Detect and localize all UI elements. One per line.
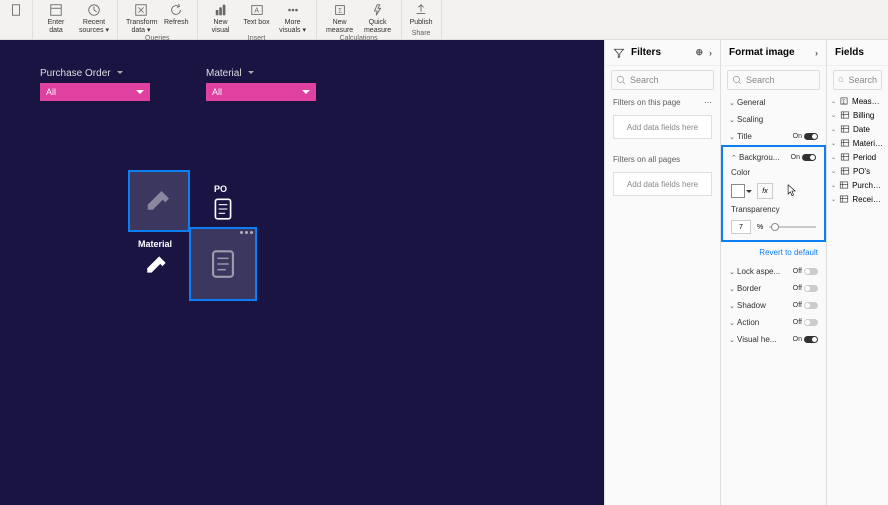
format-action[interactable]: ⌄ActionOff	[721, 314, 826, 331]
more-visuals-icon	[285, 2, 301, 18]
field-table[interactable]: ⌄Billing	[827, 108, 888, 122]
table-icon	[840, 166, 850, 176]
table-icon	[840, 138, 850, 148]
ribbon: Enter data Recent sources ▾ Transform da…	[0, 0, 888, 40]
clipboard-icon	[8, 2, 24, 18]
more-icon[interactable]: ⋯	[704, 98, 712, 107]
transparency-input[interactable]	[731, 220, 751, 234]
ribbon-text-box[interactable]: A Text box	[242, 2, 272, 27]
image-visual-material-bg[interactable]	[128, 170, 190, 232]
ribbon-new-measure[interactable]: Σ New measure	[323, 2, 357, 35]
format-search[interactable]: Search	[727, 70, 820, 90]
format-border[interactable]: ⌄BorderOff	[721, 280, 826, 297]
recent-sources-icon	[86, 2, 102, 18]
filter-drop-all[interactable]: Add data fields here	[613, 172, 712, 196]
search-icon	[616, 75, 626, 85]
expand-icon[interactable]: ⊕	[695, 47, 703, 58]
field-table[interactable]: ⌄ΣMeasures U	[827, 94, 888, 108]
format-lock-aspect[interactable]: ⌄Lock aspe...Off	[721, 263, 826, 280]
cursor-icon	[787, 184, 797, 198]
table-icon: Σ	[839, 96, 849, 106]
slicer-dropdown[interactable]: All	[206, 83, 316, 101]
fields-search[interactable]: Search	[833, 70, 882, 90]
new-measure-icon: Σ	[332, 2, 348, 18]
new-visual-icon	[213, 2, 229, 18]
ribbon-quick-measure[interactable]: Quick measure	[361, 2, 395, 35]
fields-pane: Fields Search ⌄ΣMeasures U⌄Billing⌄Date⌄…	[826, 40, 888, 505]
label-po: PO	[214, 184, 227, 194]
search-icon	[732, 75, 742, 85]
ribbon-enter-data[interactable]: Enter data	[39, 2, 73, 35]
slicer-purchase-order[interactable]: Purchase Order All	[40, 68, 150, 101]
format-general[interactable]: ⌄General	[721, 94, 826, 111]
text-box-icon: A	[249, 2, 265, 18]
ribbon-publish[interactable]: Publish	[408, 2, 435, 27]
field-table[interactable]: ⌄Period	[827, 150, 888, 164]
svg-text:A: A	[254, 8, 259, 15]
format-background[interactable]: ⌃Backgrou...On	[723, 149, 824, 166]
transform-icon	[133, 2, 149, 18]
filter-icon	[613, 47, 625, 59]
clipboard-list-icon	[210, 196, 236, 222]
label-material: Material	[138, 239, 172, 249]
search-icon	[838, 75, 844, 85]
field-table[interactable]: ⌄Materials	[827, 136, 888, 150]
table-icon	[840, 110, 850, 120]
format-visual-header[interactable]: ⌄Visual he...On	[721, 331, 826, 348]
color-picker[interactable]	[731, 184, 745, 198]
table-icon	[840, 152, 850, 162]
collapse-icon[interactable]: ›	[815, 48, 818, 58]
refresh-icon	[168, 2, 184, 18]
ribbon-item-cut[interactable]	[6, 2, 26, 19]
filters-search[interactable]: Search	[611, 70, 714, 90]
fx-button[interactable]: fx	[757, 183, 773, 199]
collapse-icon[interactable]: ›	[709, 48, 712, 58]
table-icon	[839, 180, 849, 190]
clipboard-list-icon	[206, 247, 240, 281]
svg-text:Σ: Σ	[842, 100, 846, 106]
enter-data-icon	[48, 2, 64, 18]
table-icon	[839, 194, 849, 204]
format-title[interactable]: ⌄TitleOn	[721, 128, 826, 145]
format-background-highlight: ⌃Backgrou...On Color fx Transparency %	[721, 145, 826, 242]
ribbon-transform-data[interactable]: Transform data ▾	[124, 2, 158, 35]
ribbon-more-visuals[interactable]: More visuals ▾	[276, 2, 310, 35]
slicer-material[interactable]: Material All	[206, 68, 316, 101]
ribbon-new-visual[interactable]: New visual	[204, 2, 238, 35]
format-scaling[interactable]: ⌄Scaling	[721, 111, 826, 128]
field-table[interactable]: ⌄PO's	[827, 164, 888, 178]
field-table[interactable]: ⌄Date	[827, 122, 888, 136]
slicer-dropdown[interactable]: All	[40, 83, 150, 101]
report-canvas[interactable]: Purchase Order All Material All PO Mater…	[0, 40, 604, 505]
hammer-icon	[144, 252, 170, 278]
quick-measure-icon	[370, 2, 386, 18]
ribbon-recent-sources[interactable]: Recent sources ▾	[77, 2, 111, 35]
hammer-icon	[144, 186, 174, 216]
transparency-slider[interactable]	[769, 226, 816, 228]
field-table[interactable]: ⌄Purchases	[827, 178, 888, 192]
image-visual-selected[interactable]	[189, 227, 257, 301]
table-icon	[840, 124, 850, 134]
filter-drop-page[interactable]: Add data fields here	[613, 115, 712, 139]
publish-icon	[413, 2, 429, 18]
revert-default[interactable]: Revert to default	[721, 242, 826, 263]
format-shadow[interactable]: ⌄ShadowOff	[721, 297, 826, 314]
svg-text:Σ: Σ	[338, 8, 342, 15]
field-table[interactable]: ⌄Receiving	[827, 192, 888, 206]
ribbon-refresh[interactable]: Refresh	[162, 2, 191, 27]
format-pane: Format image › Search ⌄General ⌄Scaling …	[720, 40, 826, 505]
filters-pane: Filters ⊕ › Search Filters on this page⋯…	[604, 40, 720, 505]
